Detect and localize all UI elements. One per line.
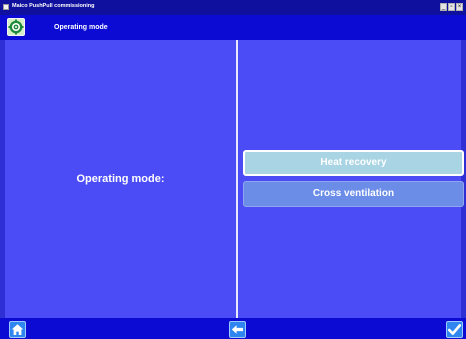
checkmark-icon [447,324,462,335]
back-arrow-icon [231,325,243,334]
page-title: Operating mode [54,24,108,31]
home-icon [11,324,24,335]
operating-mode-label: Operating mode: [76,173,165,185]
heat-recovery-option-button[interactable]: Heat recovery [243,150,464,176]
window-controls: _ ▫ × [440,3,463,11]
confirm-button[interactable] [446,321,463,338]
maximize-button[interactable]: ▫ [448,3,455,11]
close-button[interactable]: × [456,3,463,11]
right-panel: Heat recovery Cross ventilation [238,40,464,318]
bottom-bar [0,318,466,339]
window-title-bar: Maico PushPull commissioning _ ▫ × [0,0,466,15]
header-bar: Operating mode [0,15,466,40]
home-button[interactable] [9,321,26,338]
left-panel: Operating mode: [5,40,236,318]
app-icon [3,4,9,10]
minimize-button[interactable]: _ [440,3,447,11]
main-content: Operating mode: Heat recovery Cross vent… [5,40,464,318]
back-button[interactable] [229,321,246,338]
cross-ventilation-option-button[interactable]: Cross ventilation [243,181,464,207]
window-title: Maico PushPull commissioning [12,3,95,9]
app-window: Maico PushPull commissioning _ ▫ × Opera… [0,0,466,339]
gear-icon [7,18,25,36]
